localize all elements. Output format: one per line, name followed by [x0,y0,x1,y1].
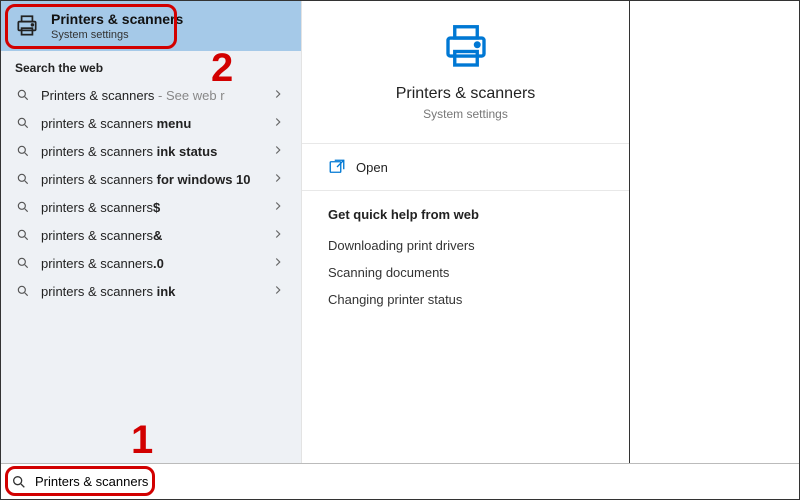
search-icon [15,115,31,131]
web-suggestion[interactable]: printers & scanners ink status [1,137,301,165]
search-icon [15,87,31,103]
suggestion-text: printers & scanners menu [41,116,191,131]
chevron-right-icon [271,87,287,103]
open-icon [328,158,346,176]
search-icon [15,143,31,159]
web-suggestion[interactable]: printers & scanners& [1,221,301,249]
best-match-subtitle: System settings [51,29,183,41]
suggestion-text: printers & scanners ink [41,284,175,299]
search-icon [15,199,31,215]
chevron-right-icon [271,255,287,271]
detail-header: Printers & scanners System settings [302,1,629,144]
detail-pane: Printers & scanners System settings Open… [301,1,629,463]
help-link[interactable]: Downloading print drivers [328,232,603,259]
main-area: Printers & scanners System settings Sear… [1,1,799,463]
chevron-right-icon [271,115,287,131]
quick-help-header: Get quick help from web [328,207,603,222]
best-match-labels: Printers & scanners System settings [51,11,183,41]
help-link[interactable]: Scanning documents [328,259,603,286]
detail-subtitle: System settings [423,107,508,121]
suggestion-text: printers & scanners.0 [41,256,164,271]
printer-icon [438,19,494,75]
detail-title: Printers & scanners [396,85,536,103]
results-pane: Printers & scanners System settings Sear… [1,1,301,463]
suggestion-text: Printers & scanners - See web r [41,88,225,103]
search-bar[interactable] [1,463,799,499]
web-suggestion[interactable]: printers & scanners ink [1,277,301,305]
search-icon [15,171,31,187]
printer-icon [13,12,41,40]
blank-area [629,1,799,463]
suggestion-text: printers & scanners for windows 10 [41,172,251,187]
web-suggestion[interactable]: printers & scanners.0 [1,249,301,277]
best-match-title: Printers & scanners [51,11,183,27]
suggestion-text: printers & scanners ink status [41,144,217,159]
web-suggestion[interactable]: printers & scanners menu [1,109,301,137]
web-suggestion[interactable]: printers & scanners for windows 10 [1,165,301,193]
open-label: Open [356,160,388,175]
quick-help-block: Get quick help from web Downloading prin… [302,191,629,329]
chevron-right-icon [271,171,287,187]
best-match-item[interactable]: Printers & scanners System settings [1,1,301,51]
chevron-right-icon [271,143,287,159]
quick-help-links: Downloading print driversScanning docume… [328,232,603,313]
chevron-right-icon [271,283,287,299]
web-suggestion-list: Printers & scanners - See web r printers … [1,81,301,305]
suggestion-text: printers & scanners$ [41,200,160,215]
search-icon [15,283,31,299]
search-icon [15,227,31,243]
open-action[interactable]: Open [302,144,629,191]
suggestion-text: printers & scanners& [41,228,162,243]
search-icon [11,474,27,490]
search-input[interactable] [35,474,789,489]
help-link[interactable]: Changing printer status [328,286,603,313]
web-suggestion[interactable]: printers & scanners$ [1,193,301,221]
chevron-right-icon [271,227,287,243]
web-suggestion[interactable]: Printers & scanners - See web r [1,81,301,109]
search-icon [15,255,31,271]
search-window: Printers & scanners System settings Sear… [0,0,800,500]
web-section-header: Search the web [1,51,301,81]
chevron-right-icon [271,199,287,215]
